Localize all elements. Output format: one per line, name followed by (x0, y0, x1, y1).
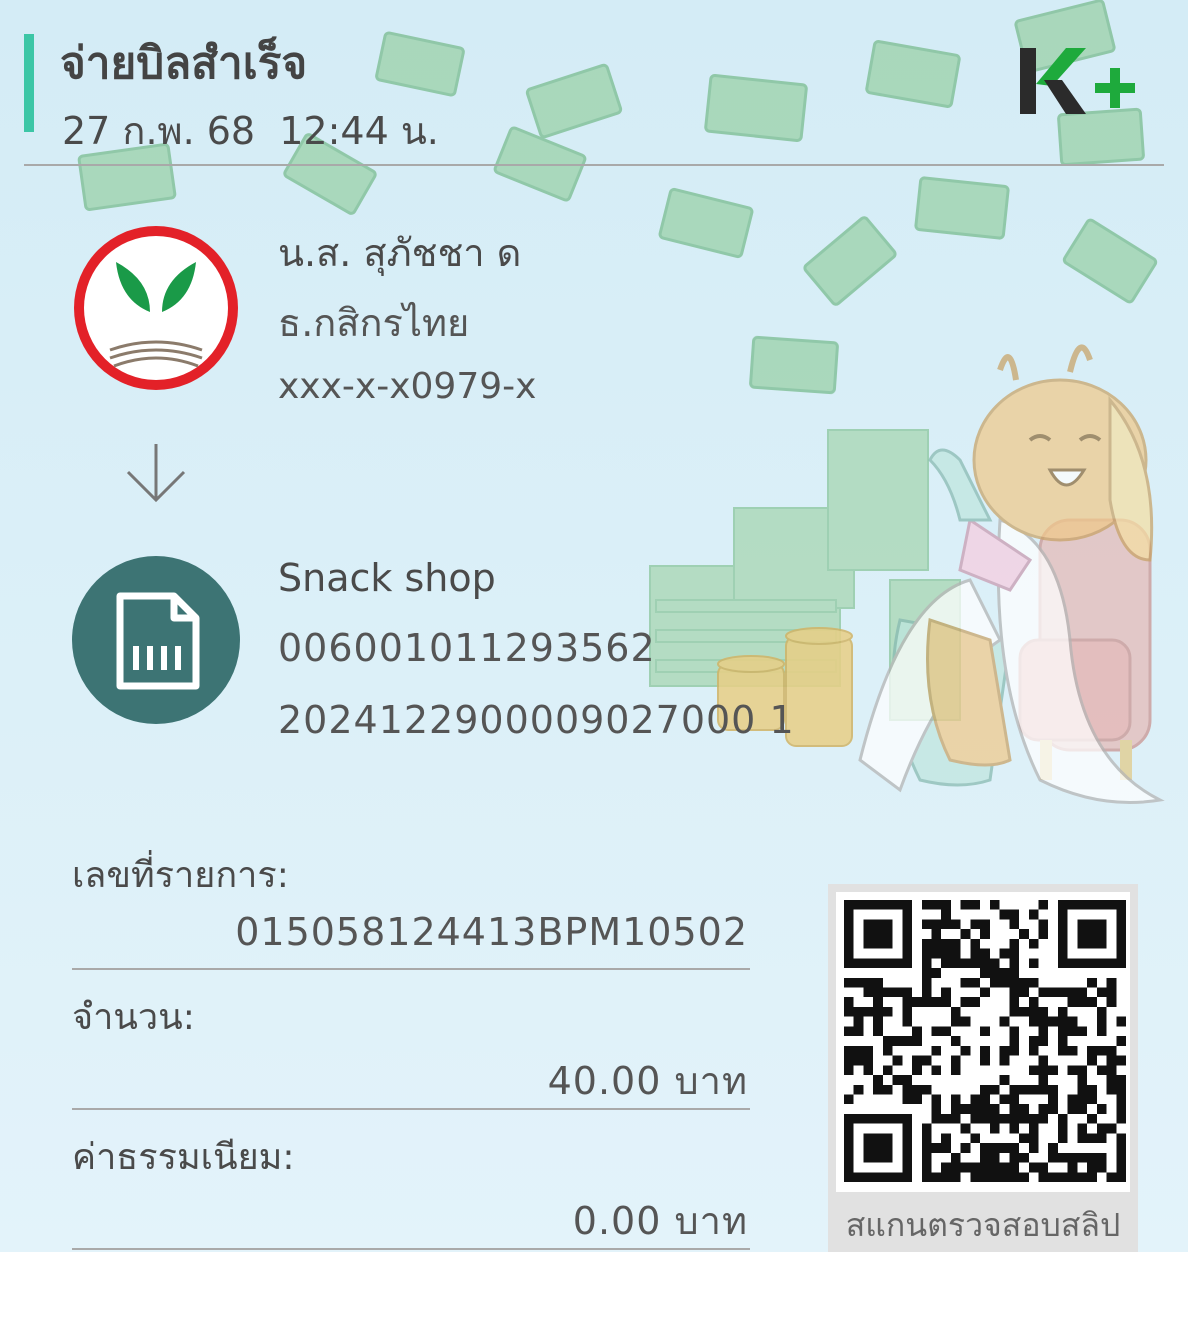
divider (72, 1108, 750, 1110)
divider (72, 1248, 750, 1250)
kbank-logo-icon (74, 226, 238, 390)
payment-slip: จ่ายบิลสำเร็จ 27 ก.พ. 68 12:44 น. น.ส. ส… (0, 0, 1188, 1252)
divider (72, 968, 750, 970)
qr-code[interactable] (844, 900, 1126, 1182)
page-title: จ่ายบิลสำเร็จ (60, 38, 308, 89)
sender-account: xxx-x-x0979-x (278, 366, 537, 407)
sender-name: น.ส. สุภัชชา ด (278, 231, 522, 275)
bill-document-icon (72, 556, 240, 724)
fee-label: ค่าธรรมเนียม: (72, 1137, 295, 1178)
payee-reference-2: 2024122900009027000 1 (278, 698, 795, 742)
sender-bank: ธ.กสิกรไทย (278, 301, 470, 345)
transaction-id-label: เลขที่รายการ: (72, 855, 289, 896)
arrow-down-icon (126, 444, 186, 503)
amount-value: 40.00 บาท (547, 1059, 748, 1103)
kplus-logo (1020, 48, 1135, 114)
amount-label: จำนวน: (72, 997, 195, 1038)
transaction-id-value: 015058124413BPM10502 (235, 910, 748, 954)
transaction-datetime: 27 ก.พ. 68 12:44 น. (62, 109, 439, 153)
payee-name: Snack shop (278, 556, 496, 600)
payee-reference-1: 006001011293562 (278, 626, 656, 670)
qr-caption: สแกนตรวจสอบสลิป (845, 1206, 1121, 1244)
header-divider (24, 164, 1164, 166)
fee-value: 0.00 บาท (572, 1199, 748, 1243)
title-accent-bar (24, 34, 34, 132)
